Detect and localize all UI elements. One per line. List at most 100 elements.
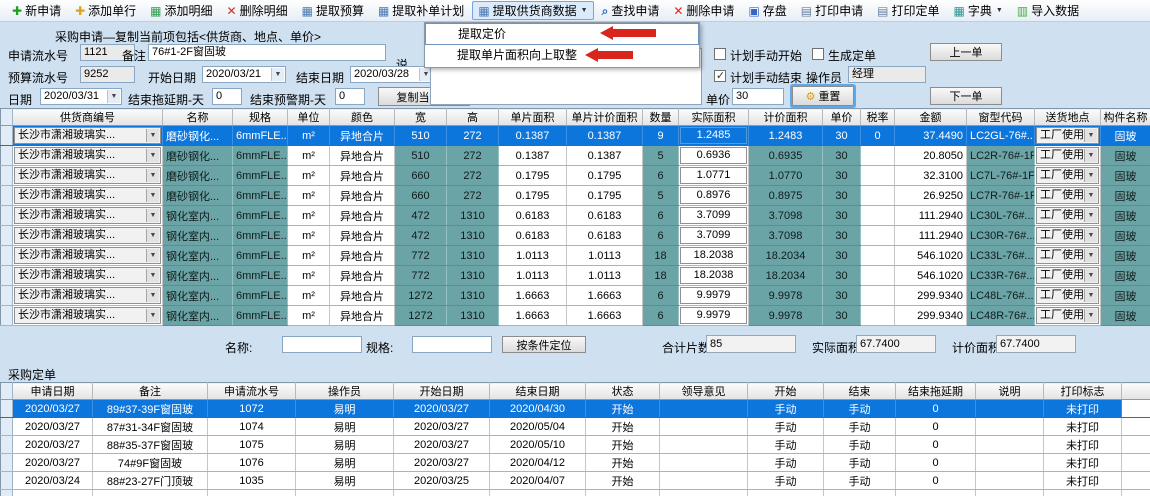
cell-height[interactable]: 1310 <box>447 226 499 246</box>
cell-supplier-code[interactable]: 长沙市潇湘玻璃实...▼ <box>13 306 163 326</box>
cell-height[interactable]: 272 <box>447 126 499 146</box>
cell-print-flag[interactable]: 未打印 <box>1044 472 1122 490</box>
cell-qty[interactable]: 6 <box>643 166 679 186</box>
cell-unit-price[interactable]: 30 <box>823 226 861 246</box>
cell-leader-opinion[interactable] <box>660 472 748 490</box>
cell-note[interactable] <box>976 400 1044 418</box>
cell-start[interactable] <box>748 490 824 496</box>
chevron-down-icon[interactable]: ▼ <box>1084 149 1097 162</box>
cell-unit[interactable]: m² <box>288 266 330 286</box>
menu-item-extract-pricing[interactable]: 提取定价 <box>425 23 699 45</box>
next-order-button[interactable]: 下一单 <box>930 87 1002 105</box>
cell-spec[interactable]: 6mmFLE... <box>233 286 288 306</box>
cell-request-date[interactable] <box>13 490 93 496</box>
cell-start-date[interactable]: 2020/03/27 <box>394 418 490 436</box>
cell-window-code[interactable]: LC7L-76#-1F0 <box>967 166 1035 186</box>
cell-height[interactable]: 1310 <box>447 206 499 226</box>
toolbar-button-extract-budget[interactable]: ▦提取预算 <box>296 1 370 20</box>
cell-actual-area[interactable]: 0.6936 <box>679 146 749 166</box>
cell-priced-area[interactable]: 3.7098 <box>749 206 823 226</box>
row-selector[interactable] <box>1 226 13 246</box>
cell-spec[interactable]: 6mmFLE... <box>233 266 288 286</box>
cell-tax-rate[interactable] <box>861 206 895 226</box>
cell-actual-area[interactable]: 1.2485 <box>679 126 749 146</box>
cell-name[interactable]: 磨砂钢化... <box>163 146 233 166</box>
end-delay-field[interactable]: 0 <box>212 88 242 105</box>
cell-start[interactable]: 手动 <box>748 418 824 436</box>
chevron-down-icon[interactable]: ▼ <box>1084 269 1097 282</box>
cell-tax-rate[interactable] <box>861 186 895 206</box>
cell-unit[interactable]: m² <box>288 226 330 246</box>
cell-print-flag[interactable]: 未打印 <box>1044 436 1122 454</box>
cell-tax-rate[interactable]: 0 <box>861 126 895 146</box>
unit-price-field[interactable]: 30 <box>732 88 784 105</box>
cell-piece-priced-area[interactable]: 0.6183 <box>567 226 643 246</box>
cell-spec[interactable]: 6mmFLE... <box>233 166 288 186</box>
cell-color[interactable]: 异地合片 <box>330 266 395 286</box>
locate-name-field[interactable] <box>282 336 362 353</box>
cell-qty[interactable]: 9 <box>643 126 679 146</box>
row-selector[interactable] <box>1 436 13 454</box>
cell-width[interactable]: 660 <box>395 166 447 186</box>
row-selector[interactable] <box>1 146 13 166</box>
cell-status[interactable]: 开始 <box>586 400 660 418</box>
cell-note[interactable] <box>976 490 1044 496</box>
cell-spec[interactable]: 6mmFLE... <box>233 306 288 326</box>
cell-amount[interactable]: 37.4490 <box>895 126 967 146</box>
cell-serial-no[interactable]: 1075 <box>208 436 296 454</box>
cell-name[interactable]: 钢化室内... <box>163 266 233 286</box>
cell-component-name[interactable]: 固玻 <box>1101 146 1150 166</box>
cell-window-code[interactable]: LC30R-76#... <box>967 226 1035 246</box>
cell-request-date[interactable]: 2020/03/27 <box>13 418 93 436</box>
cell-piece-area[interactable]: 0.1795 <box>499 166 567 186</box>
cell-operator[interactable]: 易明 <box>296 436 394 454</box>
cell-amount[interactable]: 299.9340 <box>895 286 967 306</box>
cell-end-delay[interactable]: 0 <box>896 418 976 436</box>
cell-unit-price[interactable]: 30 <box>823 166 861 186</box>
cell-amount[interactable]: 546.1020 <box>895 266 967 286</box>
remark-field[interactable]: 76#1-2F窗固玻 <box>148 44 386 61</box>
cell-window-code[interactable]: LC33R-76#... <box>967 266 1035 286</box>
cell-tax-rate[interactable] <box>861 306 895 326</box>
chevron-down-icon[interactable]: ▼ <box>1084 229 1097 242</box>
cell-amount[interactable]: 111.2940 <box>895 226 967 246</box>
cell-component-name[interactable]: 固玻 <box>1101 266 1150 286</box>
toolbar-button-delete-request[interactable]: ✕删除申请 <box>667 1 740 20</box>
cell-note[interactable] <box>976 436 1044 454</box>
cell-supplier-code[interactable]: 长沙市潇湘玻璃实...▼ <box>13 266 163 286</box>
cell-serial-no[interactable] <box>208 490 296 496</box>
toolbar-button-extract-supplement-plan[interactable]: ▦提取补单计划 <box>372 1 470 20</box>
cell-piece-area[interactable]: 1.6663 <box>499 286 567 306</box>
cell-unit-price[interactable]: 30 <box>823 286 861 306</box>
toolbar-button-dictionary[interactable]: ▦字典▼ <box>948 1 1009 20</box>
cell-actual-area[interactable]: 18.2038 <box>679 246 749 266</box>
chevron-down-icon[interactable]: ▼ <box>146 269 159 282</box>
generate-order-checkbox[interactable] <box>812 48 824 60</box>
cell-width[interactable]: 1272 <box>395 306 447 326</box>
row-selector[interactable] <box>1 400 13 418</box>
cell-operator[interactable]: 易明 <box>296 418 394 436</box>
cell-unit-price[interactable]: 30 <box>823 186 861 206</box>
cell-priced-area[interactable]: 9.9978 <box>749 306 823 326</box>
cell-name[interactable]: 钢化室内... <box>163 286 233 306</box>
cell-supplier-code[interactable]: 长沙市潇湘玻璃实...▼ <box>13 206 163 226</box>
cell-priced-area[interactable]: 1.0770 <box>749 166 823 186</box>
cell-component-name[interactable]: 固玻 <box>1101 126 1150 146</box>
cell-status[interactable]: 开始 <box>586 454 660 472</box>
cell-component-name[interactable]: 固玻 <box>1101 246 1150 266</box>
cell-leader-opinion[interactable] <box>660 436 748 454</box>
toolbar-button-import-data[interactable]: ▥导入数据 <box>1011 1 1085 20</box>
cell-width[interactable]: 510 <box>395 126 447 146</box>
cell-qty[interactable]: 18 <box>643 266 679 286</box>
cell-end[interactable]: 手动 <box>824 454 896 472</box>
cell-name[interactable]: 钢化室内... <box>163 226 233 246</box>
cell-tax-rate[interactable] <box>861 286 895 306</box>
dropdown-arrow-icon[interactable]: ▼ <box>581 7 588 14</box>
cell-amount[interactable]: 299.9340 <box>895 306 967 326</box>
cell-unit[interactable]: m² <box>288 246 330 266</box>
cell-actual-area[interactable]: 0.8976 <box>679 186 749 206</box>
cell-delivery-place[interactable]: 工厂使用▼ <box>1035 186 1101 206</box>
cell-start[interactable]: 手动 <box>748 454 824 472</box>
cell-actual-area[interactable]: 9.9979 <box>679 306 749 326</box>
cell-start-date[interactable]: 2020/03/27 <box>394 436 490 454</box>
